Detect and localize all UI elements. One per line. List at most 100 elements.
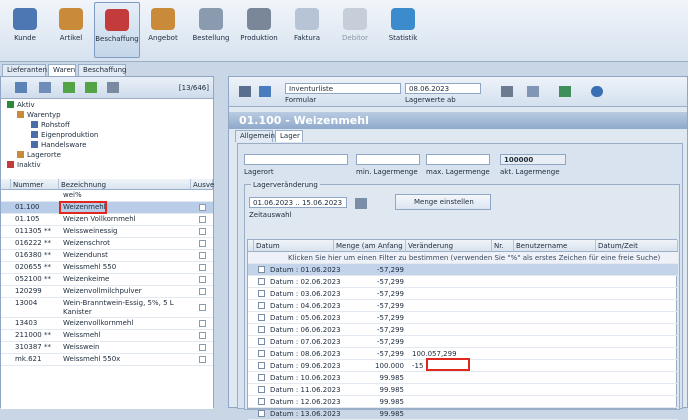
toolbar-faktura-button[interactable]: Faktura <box>284 2 330 58</box>
filter-icon[interactable] <box>15 82 27 93</box>
expand-icon[interactable] <box>63 82 75 93</box>
expand-icon[interactable] <box>258 278 265 285</box>
help-icon[interactable] <box>591 86 603 97</box>
group-row[interactable]: Datum : 05.06.2023 -57,299 <box>248 312 678 324</box>
ausverkauft-checkbox[interactable] <box>199 288 206 295</box>
table-row[interactable]: 120299 Weizenvollmilchpulver <box>1 286 213 298</box>
table-row[interactable]: 020655 ** Weissmehl 550 <box>1 262 213 274</box>
tab-lager[interactable]: Lager <box>275 130 303 142</box>
ausverkauft-checkbox[interactable] <box>199 332 206 339</box>
group-row[interactable]: Datum : 01.06.2023 -57,299 <box>248 264 678 276</box>
collapse-icon[interactable] <box>107 82 119 93</box>
zeitraum-input[interactable]: 01.06.2023 .. 15.06.2023 <box>249 197 347 208</box>
ausverkauft-checkbox[interactable] <box>199 240 206 247</box>
toolbar-statistik-button[interactable]: Statistik <box>380 2 426 58</box>
menge-einstellen-button[interactable]: Menge einstellen <box>395 194 491 210</box>
toolbar-produktion-button[interactable]: Produktion <box>236 2 282 58</box>
tree-node[interactable]: Handelsware <box>31 141 86 149</box>
group-row[interactable]: Datum : 07.06.2023 -57,299 <box>248 336 678 348</box>
expand-all-icon[interactable] <box>85 82 97 93</box>
print-icon[interactable] <box>501 86 513 97</box>
ausverkauft-checkbox[interactable] <box>199 276 206 283</box>
tab-allgemein[interactable]: Allgemein <box>235 130 275 142</box>
expand-icon[interactable] <box>258 386 265 393</box>
ausverkauft-checkbox[interactable] <box>199 344 206 351</box>
table-row[interactable]: 01.105 Weizen Vollkornmehl <box>1 214 213 226</box>
expand-icon[interactable] <box>258 338 265 345</box>
save-icon[interactable] <box>239 86 251 97</box>
toolbar-beschaffung-button[interactable]: Beschaffung <box>94 2 140 58</box>
toolbar-artikel-button[interactable]: Artikel <box>48 2 94 58</box>
max-lagermenge-input[interactable] <box>426 154 490 165</box>
ausverkauft-checkbox[interactable] <box>199 320 206 327</box>
ausverkauft-checkbox[interactable] <box>199 228 206 235</box>
table-row[interactable]: 011305 ** Weissweinessig <box>1 226 213 238</box>
column-header[interactable]: Nr. <box>492 240 514 252</box>
ausverkauft-checkbox[interactable] <box>199 264 206 271</box>
table-row[interactable]: 052100 ** Weizenkeime <box>1 274 213 286</box>
export-icon[interactable] <box>559 86 571 97</box>
toolbar-debitor-button[interactable]: Debitor <box>332 2 378 58</box>
tree-node[interactable]: Aktiv <box>7 101 35 109</box>
tree-node[interactable]: Eigenproduktion <box>31 131 98 139</box>
filter-value[interactable]: wei% <box>63 191 82 199</box>
expand-icon[interactable] <box>258 362 265 369</box>
table-row[interactable]: 016380 ** Weizendunst <box>1 250 213 262</box>
column-header[interactable] <box>1 179 11 190</box>
ausverkauft-checkbox[interactable] <box>199 304 206 311</box>
table-row[interactable]: 211000 ** Weissmehl <box>1 330 213 342</box>
column-header[interactable]: Menge (am Anfang de <box>334 240 406 252</box>
tree-node[interactable]: Warentyp <box>17 111 61 119</box>
group-row[interactable]: Datum : 03.06.2023 -57,299 <box>248 288 678 300</box>
toolbar-bestellung-button[interactable]: Bestellung <box>188 2 234 58</box>
reload-icon[interactable] <box>355 198 367 209</box>
ausverkauft-checkbox[interactable] <box>199 356 206 363</box>
ausverkauft-checkbox[interactable] <box>199 252 206 259</box>
toolbar-angebot-button[interactable]: Angebot <box>140 2 186 58</box>
group-row[interactable]: Datum : 06.06.2023 -57,299 <box>248 324 678 336</box>
tree-node[interactable]: Rohstoff <box>31 121 70 129</box>
group-row[interactable]: Datum : 12.06.2023 99.985 <box>248 396 678 408</box>
group-row[interactable]: Datum : 10.06.2023 99.985 <box>248 372 678 384</box>
filter-hint-row[interactable]: Klicken Sie hier um einen Filter zu best… <box>248 252 678 264</box>
lagerwerte-date[interactable]: 08.06.2023 <box>405 83 481 94</box>
preview-icon[interactable] <box>527 86 539 97</box>
expand-icon[interactable] <box>258 350 265 357</box>
table-row[interactable]: 310387 ** Weisswein <box>1 342 213 354</box>
ausverkauft-checkbox[interactable] <box>199 216 206 223</box>
table-row[interactable]: 01.100 Weizenmehl <box>1 202 213 214</box>
expand-icon[interactable] <box>258 290 265 297</box>
expand-icon[interactable] <box>258 326 265 333</box>
table-row[interactable]: 13004 Wein-Branntwein-Essig, 5%, 5 L Kani… <box>1 298 213 318</box>
table-row[interactable]: 13403 Weizenvollkornmehl <box>1 318 213 330</box>
ausverkauft-checkbox[interactable] <box>199 204 206 211</box>
toolbar-kunde-button[interactable]: Kunde <box>2 2 48 58</box>
group-row[interactable]: Datum : 04.06.2023 -57,299 <box>248 300 678 312</box>
column-header[interactable]: Datum/Zeit <box>596 240 678 252</box>
tab-waren[interactable]: Waren <box>48 64 76 76</box>
column-header[interactable]: Nummer <box>11 179 59 190</box>
group-row[interactable]: Datum : 13.06.2023 99.985 <box>248 408 678 420</box>
expand-icon[interactable] <box>258 266 265 273</box>
expand-icon[interactable] <box>258 410 265 417</box>
column-header[interactable]: Veränderung <box>406 240 492 252</box>
expand-icon[interactable] <box>258 398 265 405</box>
tree-node[interactable]: Inaktiv <box>7 161 41 169</box>
expand-icon[interactable] <box>258 302 265 309</box>
tree-node[interactable]: Lagerorte <box>17 151 61 159</box>
group-row[interactable]: Datum : 02.06.2023 -57,299 <box>248 276 678 288</box>
min-lagermenge-input[interactable] <box>356 154 420 165</box>
expand-icon[interactable] <box>258 374 265 381</box>
table-row[interactable]: 016222 ** Weizenschrot <box>1 238 213 250</box>
table-row[interactable]: mk.621 Weissmehl 550x <box>1 354 213 366</box>
refresh-icon[interactable] <box>39 82 51 93</box>
lagerort-input[interactable] <box>244 154 348 165</box>
formular-select[interactable]: Inventurliste <box>285 83 401 94</box>
column-header[interactable]: Datum <box>254 240 334 252</box>
expand-icon[interactable] <box>258 314 265 321</box>
column-header[interactable]: Benutzername <box>514 240 596 252</box>
column-header[interactable]: Bezeichnung <box>59 179 191 190</box>
column-header[interactable]: Ausve <box>191 179 214 190</box>
tab-lieferanten[interactable]: Lieferanten <box>2 64 47 76</box>
group-row[interactable]: Datum : 11.06.2023 99.985 <box>248 384 678 396</box>
